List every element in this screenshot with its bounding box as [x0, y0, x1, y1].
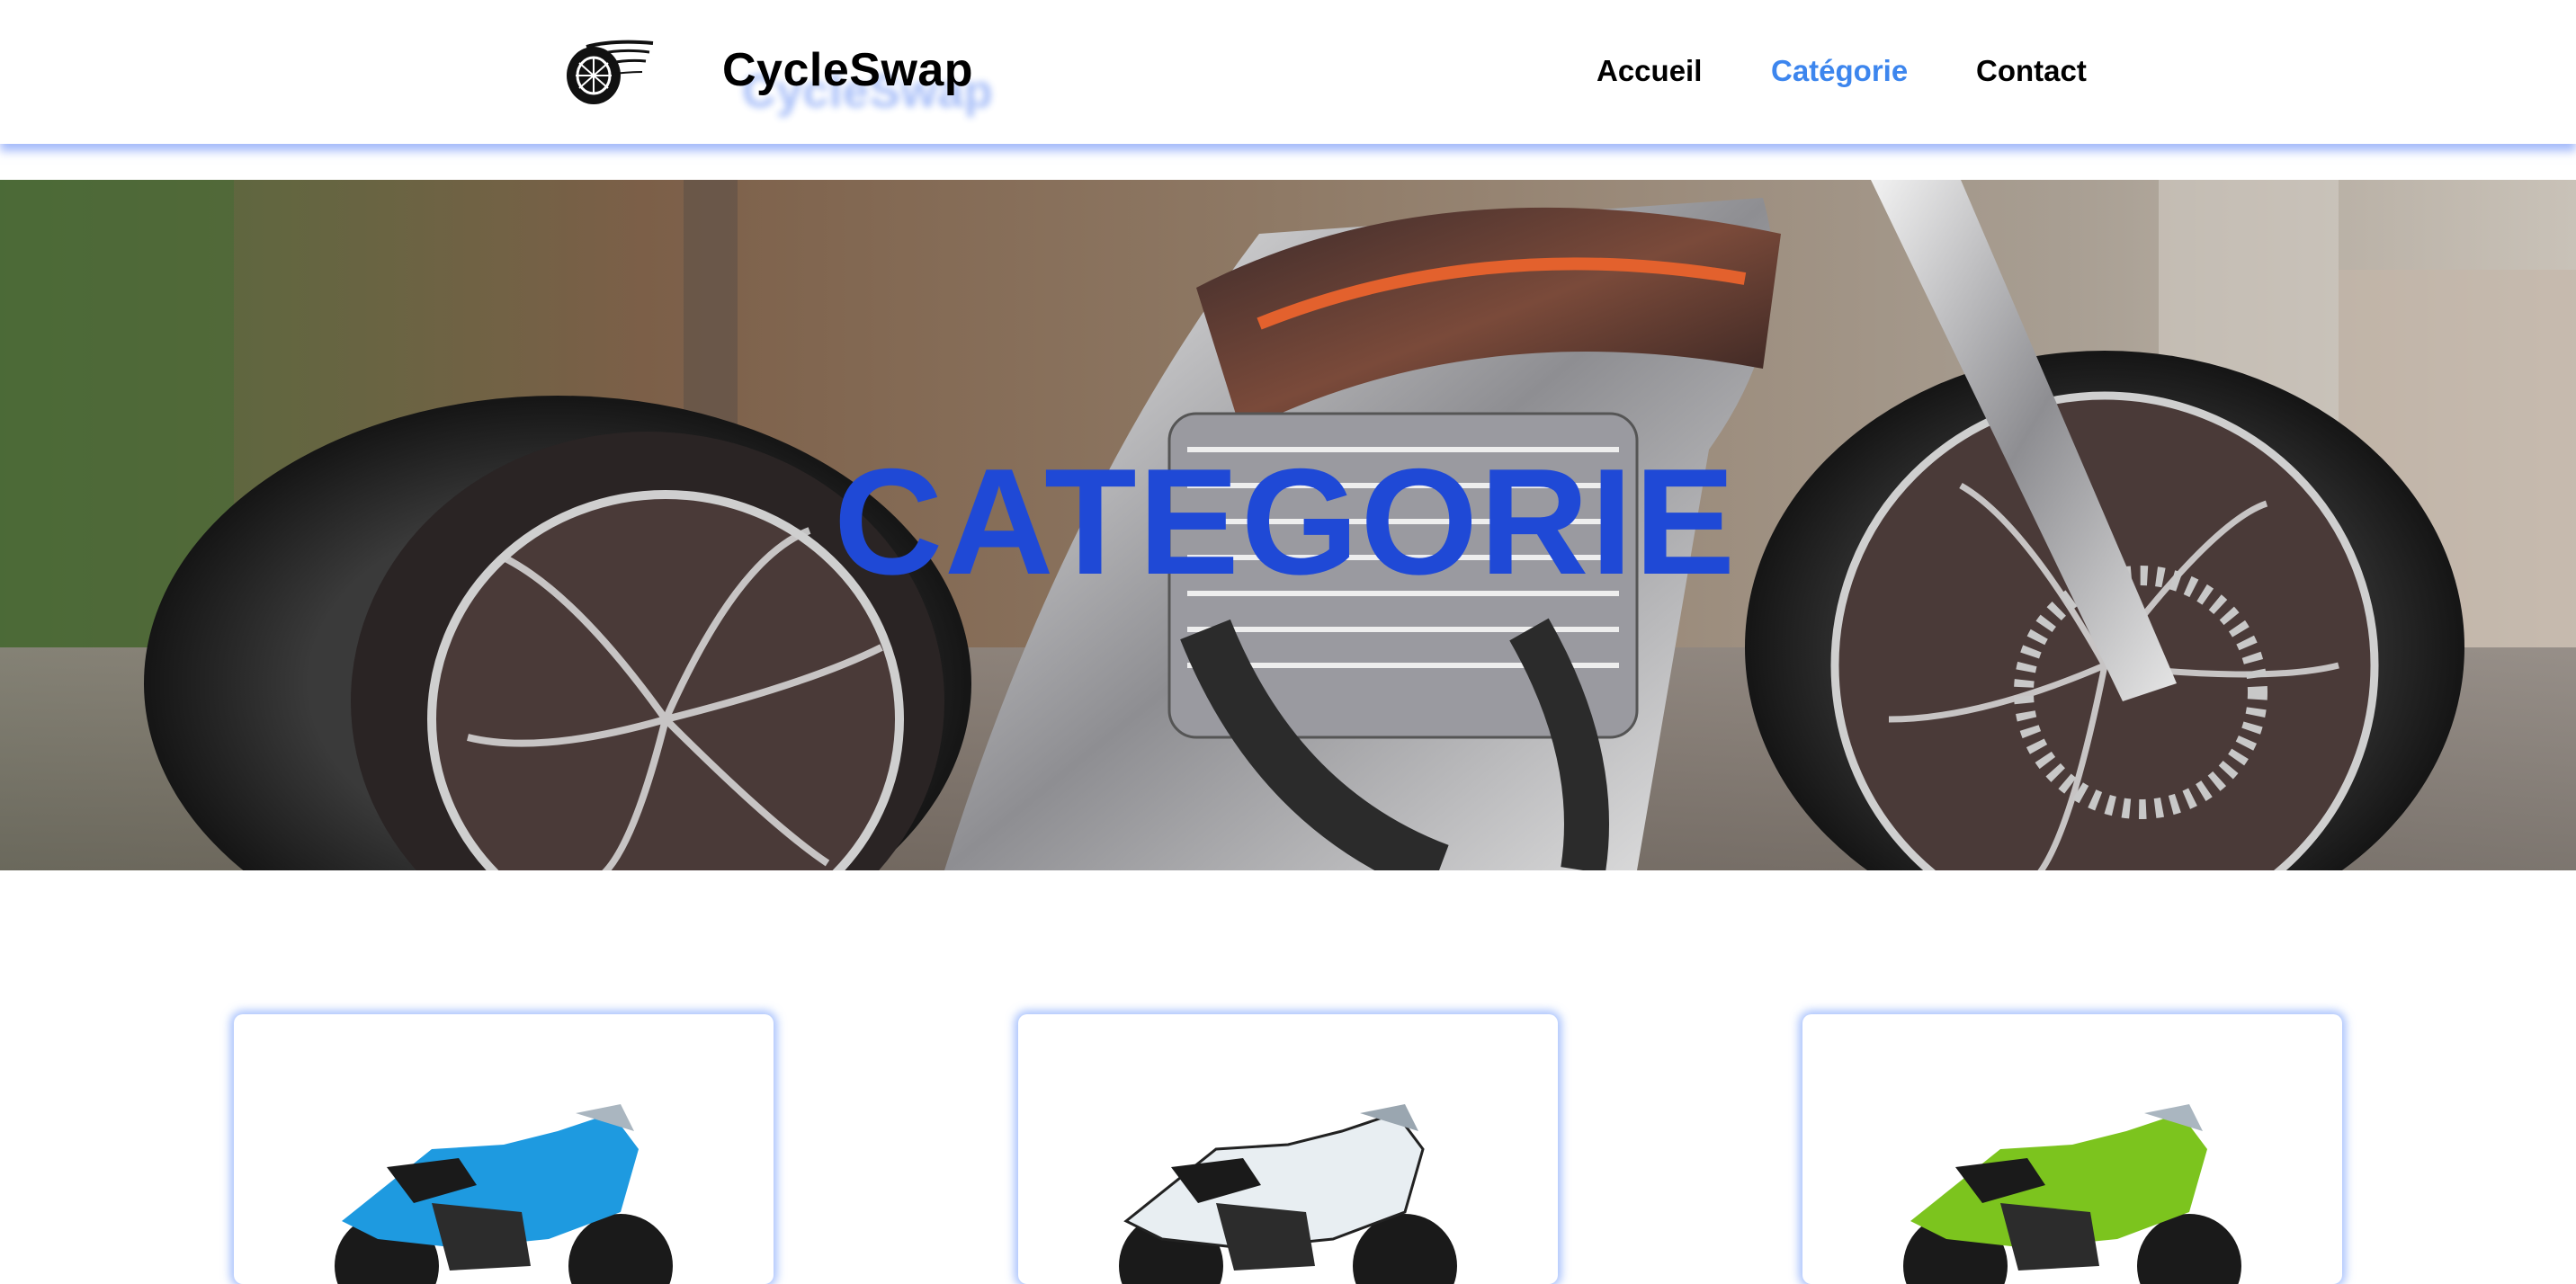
green-sport-motorcycle-photo: [1903, 1104, 2241, 1284]
category-card[interactable]: [1018, 1014, 1558, 1284]
hero-banner: CATEGORIE: [0, 180, 2576, 870]
nav-link-accueil[interactable]: Accueil: [1597, 50, 1702, 92]
white-sport-motorcycle-photo: [1119, 1104, 1457, 1284]
blue-sport-motorcycle-photo: [335, 1104, 673, 1284]
category-card[interactable]: [1802, 1014, 2342, 1284]
nav-link-categorie[interactable]: Catégorie: [1771, 50, 1908, 92]
motorcycle-wheel-logo-icon[interactable]: [559, 36, 655, 108]
brand-name[interactable]: CycleSwap: [722, 41, 973, 99]
nav-link-contact[interactable]: Contact: [1976, 50, 2087, 92]
site-header: CycleSwap CycleSwap Accueil Catégorie Co…: [0, 0, 2576, 144]
page-title: CATEGORIE: [833, 437, 1738, 606]
category-card[interactable]: [234, 1014, 774, 1284]
